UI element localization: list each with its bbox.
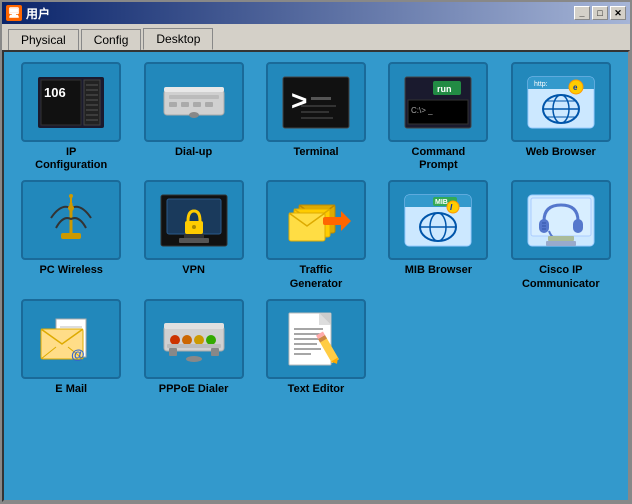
terminal-label: Terminal: [293, 146, 338, 159]
mib-browser-icon-item[interactable]: MIB I MIB Browser: [381, 180, 495, 290]
command-prompt-icon-box: run C:\> _: [388, 62, 488, 142]
ip-configuration-icon-item[interactable]: 106 IPConfiguration: [14, 62, 128, 172]
tab-desktop[interactable]: Desktop: [143, 28, 213, 50]
tab-bar: Physical Config Desktop: [2, 24, 630, 50]
terminal-icon-item[interactable]: > Terminal: [259, 62, 373, 172]
svg-text:C:\> _: C:\> _: [411, 106, 433, 115]
cisco-ip-communicator-label: Cisco IPCommunicator: [522, 264, 600, 290]
pppoe-dialer-icon: [159, 311, 229, 366]
command-prompt-icon: run C:\> _: [403, 75, 473, 130]
vpn-label: VPN: [182, 264, 205, 277]
email-icon-box: @: [21, 299, 121, 379]
web-browser-label: Web Browser: [526, 146, 596, 159]
mib-browser-label: MIB Browser: [405, 264, 472, 277]
svg-text:106: 106: [44, 85, 66, 100]
traffic-generator-icon-item[interactable]: TrafficGenerator: [259, 180, 373, 290]
terminal-icon: >: [281, 75, 351, 130]
text-editor-icon-item[interactable]: Text Editor: [259, 299, 373, 396]
email-icon-item[interactable]: @ E Mail: [14, 299, 128, 396]
window-icon: 🖥: [6, 5, 22, 21]
main-window: 🖥 用户 _ □ ✕ Physical Config Desktop 106: [0, 0, 632, 504]
svg-text:http:: http:: [534, 81, 548, 88]
web-browser-icon: http: e: [526, 75, 596, 130]
command-prompt-icon-item[interactable]: run C:\> _ CommandPrompt: [381, 62, 495, 172]
pppoe-dialer-icon-box: [144, 299, 244, 379]
pc-wireless-label: PC Wireless: [39, 264, 103, 277]
text-editor-icon: [281, 311, 351, 366]
text-editor-label: Text Editor: [288, 383, 345, 396]
desktop-area: 106 IPConfiguration: [2, 50, 630, 502]
command-prompt-label: CommandPrompt: [412, 146, 466, 172]
traffic-generator-icon-box: [266, 180, 366, 260]
cisco-ip-communicator-icon: [526, 193, 596, 248]
tab-physical[interactable]: Physical: [8, 29, 79, 50]
cisco-ip-communicator-icon-item[interactable]: Cisco IPCommunicator: [504, 180, 618, 290]
title-bar-title: 🖥 用户: [6, 5, 50, 22]
web-browser-icon-item[interactable]: http: e Web Browser: [504, 62, 618, 172]
text-editor-icon-box: [266, 299, 366, 379]
pc-wireless-icon-item[interactable]: PC Wireless: [14, 180, 128, 290]
cisco-ip-communicator-icon-box: [511, 180, 611, 260]
email-label: E Mail: [55, 383, 87, 396]
ip-configuration-icon-box: 106: [21, 62, 121, 142]
vpn-icon: [159, 193, 229, 248]
svg-text:run: run: [437, 84, 452, 94]
pppoe-dialer-label: PPPoE Dialer: [159, 383, 229, 396]
traffic-generator-icon: [281, 193, 351, 248]
svg-text:@: @: [71, 346, 85, 362]
dialup-icon-item[interactable]: Dial-up: [136, 62, 250, 172]
pppoe-dialer-icon-item[interactable]: PPPoE Dialer: [136, 299, 250, 396]
minimize-button[interactable]: _: [574, 6, 590, 20]
title-bar: 🖥 用户 _ □ ✕: [2, 2, 630, 24]
mib-browser-icon-box: MIB I: [388, 180, 488, 260]
ip-configuration-label: IPConfiguration: [35, 146, 107, 172]
terminal-icon-box: >: [266, 62, 366, 142]
dialup-icon: [159, 75, 229, 130]
close-button[interactable]: ✕: [610, 6, 626, 20]
window-title: 用户: [26, 5, 50, 22]
vpn-icon-box: [144, 180, 244, 260]
tab-config[interactable]: Config: [81, 29, 142, 50]
email-icon: @: [36, 311, 106, 366]
svg-text:e: e: [573, 83, 578, 92]
traffic-generator-label: TrafficGenerator: [290, 264, 343, 290]
ip-configuration-icon: 106: [36, 75, 106, 130]
mib-browser-icon: MIB I: [403, 193, 473, 248]
maximize-button[interactable]: □: [592, 6, 608, 20]
title-bar-buttons: _ □ ✕: [574, 6, 626, 20]
vpn-icon-item[interactable]: VPN: [136, 180, 250, 290]
dialup-icon-box: [144, 62, 244, 142]
svg-text:MIB: MIB: [435, 199, 448, 206]
pc-wireless-icon: [36, 193, 106, 248]
pc-wireless-icon-box: [21, 180, 121, 260]
dialup-label: Dial-up: [175, 146, 212, 159]
web-browser-icon-box: http: e: [511, 62, 611, 142]
